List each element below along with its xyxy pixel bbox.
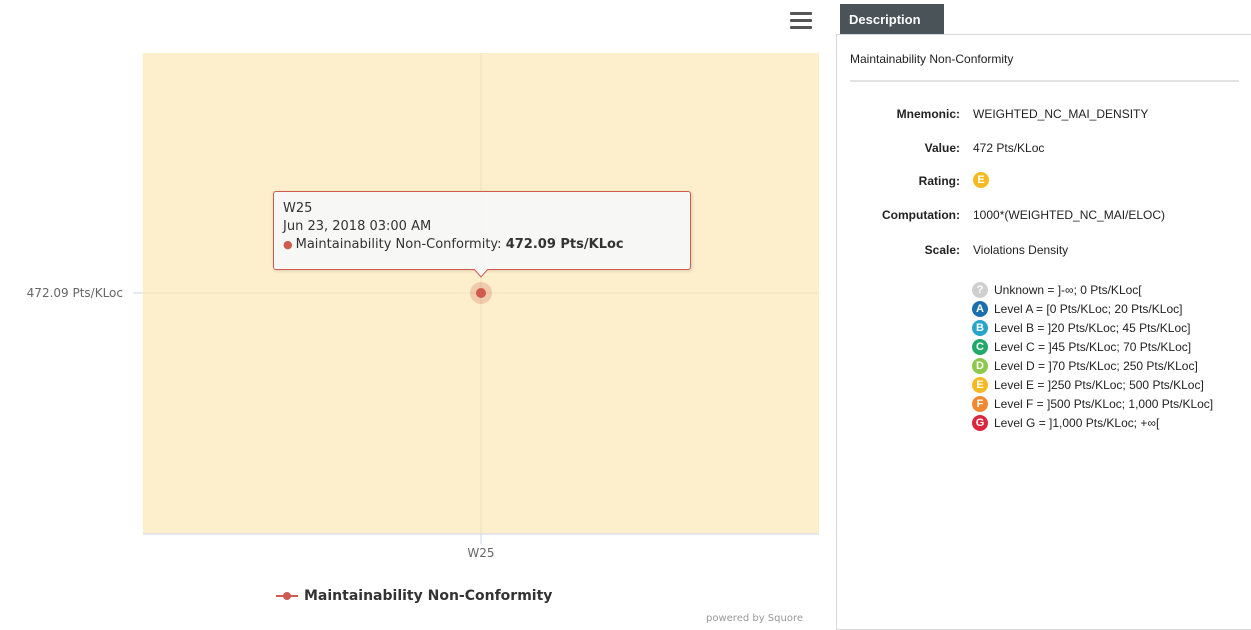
rating-a-badge-icon: A <box>972 300 988 317</box>
mnemonic-label: Mnemonic: <box>896 107 960 121</box>
scale-label: Scale: <box>924 243 960 257</box>
rating-e-badge-icon: E <box>973 172 989 188</box>
tooltip-series: ● Maintainability Non-Conformity: 472.09 … <box>283 236 681 254</box>
hamburger-bar <box>790 12 812 15</box>
tooltip-date: Jun 23, 2018 03:00 AM <box>283 219 432 234</box>
legend-label: Maintainability Non-Conformity <box>304 588 553 604</box>
legend-line-marker-icon <box>276 590 298 602</box>
rating-c-badge-icon: C <box>972 338 988 355</box>
tooltip-title: W25 <box>283 201 313 216</box>
scale-level-text: Level E = ]250 Pts/KLoc; 500 Pts/KLoc] <box>994 378 1204 392</box>
rating-unknown-badge-icon: ? <box>972 281 988 298</box>
rating-b-badge-icon: B <box>972 319 988 336</box>
scale-level-text: Level G = ]1,000 Pts/KLoc; +∞[ <box>994 416 1160 430</box>
hamburger-bar <box>790 26 812 29</box>
scale-level-text: Level B = ]20 Pts/KLoc; 45 Pts/KLoc] <box>994 321 1191 335</box>
scale-level-item: F Level F = ]500 Pts/KLoc; 1,000 Pts/KLoc… <box>972 395 1242 413</box>
scale-level-item: C Level C = ]45 Pts/KLoc; 70 Pts/KLoc] <box>972 338 1242 356</box>
data-point[interactable] <box>476 288 486 298</box>
scale-level-text: Level A = [0 Pts/KLoc; 20 Pts/KLoc] <box>994 302 1183 316</box>
scale-levels-list: ? Unknown = ]-∞; 0 Pts/KLoc[ A Level A = [0… <box>972 281 1242 434</box>
mnemonic-value: WEIGHTED_NC_MAI_DENSITY <box>973 107 1149 121</box>
rating-f-badge-icon: F <box>972 395 988 412</box>
rating-label: Rating: <box>918 174 960 188</box>
chart-menu-hamburger-icon[interactable] <box>790 12 812 32</box>
credits-link[interactable]: powered by Squore <box>706 613 803 624</box>
value-label: Value: <box>924 141 960 155</box>
scale-level-item: B Level B = ]20 Pts/KLoc; 45 Pts/KLoc] <box>972 319 1242 337</box>
rating-d-badge-icon: D <box>972 357 988 374</box>
computation-label: Computation: <box>882 208 960 222</box>
scale-level-text: Level F = ]500 Pts/KLoc; 1,000 Pts/KLoc] <box>994 397 1214 411</box>
tooltip-series-label: Maintainability Non-Conformity: <box>295 237 506 252</box>
scale-level-item: ? Unknown = ]-∞; 0 Pts/KLoc[ <box>972 281 1242 299</box>
scale-value: Violations Density <box>973 243 1069 257</box>
description-heading: Maintainability Non-Conformity <box>850 52 1014 66</box>
scale-level-text: Level D = ]70 Pts/KLoc; 250 Pts/KLoc] <box>994 359 1198 373</box>
chart-container: 472.09 Pts/KLoc W25 W25 Jun 23, 2018 03:… <box>0 0 830 628</box>
series-dot-icon: ● <box>283 238 293 251</box>
scale-level-text: Unknown = ]-∞; 0 Pts/KLoc[ <box>994 283 1142 297</box>
rating-value: E <box>973 172 989 188</box>
tab-description[interactable]: Description <box>840 4 944 34</box>
scale-level-item: E Level E = ]250 Pts/KLoc; 500 Pts/KLoc] <box>972 376 1242 394</box>
chart-plot: 472.09 Pts/KLoc W25 <box>27 53 819 560</box>
x-tick-label: W25 <box>467 546 494 560</box>
tooltip-value: 472.09 Pts/KLoc <box>505 237 624 252</box>
scale-level-item: D Level D = ]70 Pts/KLoc; 250 Pts/KLoc] <box>972 357 1242 375</box>
legend-item[interactable]: Maintainability Non-Conformity <box>276 586 552 606</box>
scale-level-item: G Level G = ]1,000 Pts/KLoc; +∞[ <box>972 414 1242 432</box>
value-value: 472 Pts/KLoc <box>973 141 1045 155</box>
chart-tooltip: W25 Jun 23, 2018 03:00 AM ● Maintainabili… <box>273 191 691 270</box>
computation-value: 1000*(WEIGHTED_NC_MAI/ELOC) <box>973 208 1166 222</box>
scale-level-item: A Level A = [0 Pts/KLoc; 20 Pts/KLoc] <box>972 300 1242 318</box>
rating-g-badge-icon: G <box>972 414 988 431</box>
scale-level-text: Level C = ]45 Pts/KLoc; 70 Pts/KLoc] <box>994 340 1192 354</box>
tooltip-pointer <box>474 269 488 278</box>
divider <box>850 80 1239 82</box>
y-tick-label: 472.09 Pts/KLoc <box>27 286 123 300</box>
rating-e-badge-icon: E <box>972 376 988 393</box>
hamburger-bar <box>790 19 812 22</box>
